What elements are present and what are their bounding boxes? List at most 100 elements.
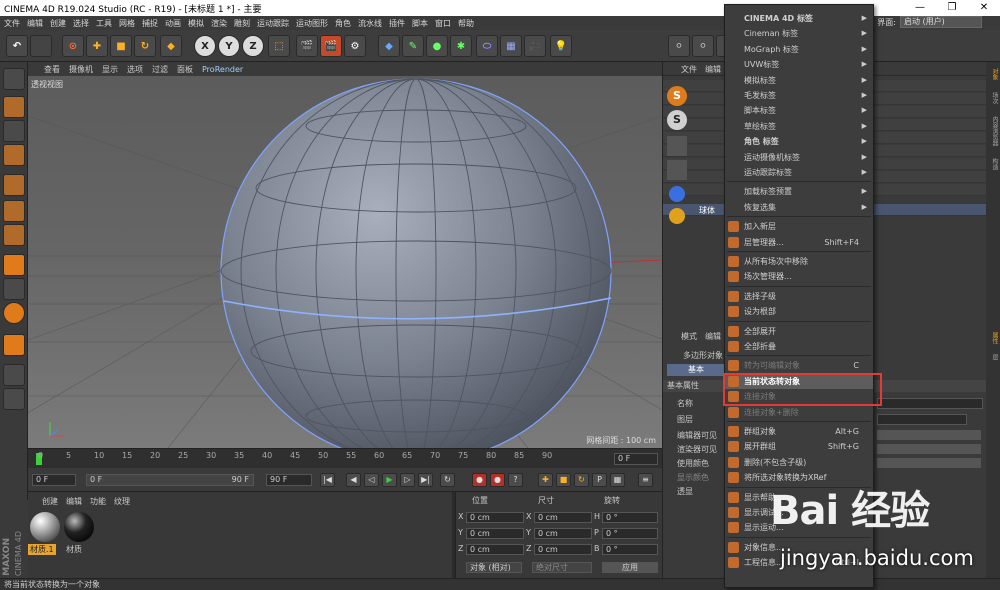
close-button[interactable]: ✕ (968, 0, 1000, 16)
rot-b-field[interactable]: 0 ° (602, 544, 658, 555)
material-label[interactable]: 材质 (64, 544, 84, 555)
menu-character[interactable]: 角色 (335, 18, 351, 29)
render-to-picture-viewer-icon[interactable]: 🎬 (320, 35, 342, 57)
render-settings-icon[interactable]: ⚙ (344, 35, 366, 57)
subdivision-icon[interactable]: ● (426, 35, 448, 57)
context-menu-item[interactable]: MoGraph 标签 ▶ (725, 42, 873, 57)
key-parameter-icon[interactable]: P (592, 473, 607, 487)
menu-snap[interactable]: 捕捉 (142, 18, 158, 29)
recent-tool-icon[interactable]: ◆ (160, 35, 182, 57)
start-frame-field[interactable]: 0 F (32, 474, 76, 486)
context-menu-item[interactable]: 加入新层 (725, 219, 873, 234)
rot-p-field[interactable]: 0 ° (602, 528, 658, 539)
lock-workplane-icon[interactable] (3, 388, 25, 410)
sphere-tag-icon[interactable] (669, 186, 685, 202)
use-color-select[interactable] (877, 458, 981, 468)
menu-create[interactable]: 创建 (50, 18, 66, 29)
obj-menu-file[interactable]: 文件 (681, 64, 697, 75)
tab-objects[interactable]: 对象 (987, 68, 999, 80)
prev-key-icon[interactable]: ◀ (346, 473, 361, 487)
snap-icon[interactable]: ⚪ (668, 35, 690, 57)
minimize-button[interactable]: — (904, 0, 936, 16)
make-editable-icon[interactable] (3, 68, 25, 90)
attr-menu-edit[interactable]: 编辑 (705, 331, 721, 342)
layer-input[interactable] (877, 414, 967, 425)
context-menu-item[interactable]: 草绘标签 ▶ (725, 119, 873, 134)
context-menu-item[interactable]: 场次管理器... (725, 269, 873, 284)
layout-select[interactable]: 启动 (用户) (900, 16, 982, 28)
size-y-field[interactable]: 0 cm (534, 528, 592, 539)
vp-menu-prorender[interactable]: ProRender (202, 65, 243, 74)
snap-toggle-icon[interactable] (3, 302, 25, 324)
restore-button[interactable]: ❐ (936, 0, 968, 16)
menu-pipeline[interactable]: 流水线 (358, 18, 382, 29)
vp-menu-camera[interactable]: 摄像机 (69, 64, 93, 75)
mat-menu-function[interactable]: 功能 (90, 496, 106, 507)
light-icon[interactable]: 💡 (550, 35, 572, 57)
coordinate-system-icon[interactable]: ⬚ (268, 35, 290, 57)
axis-z-button[interactable]: Z (242, 35, 264, 57)
vp-menu-display[interactable]: 显示 (102, 64, 118, 75)
rotate-icon[interactable]: ↻ (134, 35, 156, 57)
context-menu-item[interactable]: 层管理器... Shift+F4 (725, 235, 873, 250)
solo-icon[interactable] (3, 364, 25, 386)
tab-attributes[interactable]: 属性 (987, 332, 999, 344)
prev-frame-icon[interactable]: ◁ (364, 473, 379, 487)
vp-menu-view[interactable]: 查看 (44, 64, 60, 75)
axis-x-button[interactable]: X (194, 35, 216, 57)
context-menu-item[interactable]: 恢复选集 ▶ (725, 200, 873, 215)
redo-icon[interactable] (30, 35, 52, 57)
next-frame-icon[interactable]: ▷ (400, 473, 415, 487)
name-input[interactable] (877, 398, 983, 409)
pos-x-field[interactable]: 0 cm (466, 512, 524, 523)
context-menu-item[interactable]: 脚本标签 ▶ (725, 103, 873, 118)
keyframe-selection-icon[interactable]: ? (508, 473, 523, 487)
menu-motion-tracking[interactable]: 运动跟踪 (257, 18, 289, 29)
context-menu-item[interactable]: Cineman 标签 ▶ (725, 26, 873, 41)
context-menu-item[interactable]: 运动跟踪标签 ▶ (725, 165, 873, 180)
live-select-icon[interactable]: ⊙ (62, 35, 84, 57)
menu-render[interactable]: 渲染 (211, 18, 227, 29)
context-menu-item[interactable]: CINEMA 4D 标签 ▶ (725, 11, 873, 26)
script-s-icon[interactable]: S (667, 110, 687, 130)
menu-select[interactable]: 选择 (73, 18, 89, 29)
attr-tab-basic[interactable]: 基本 (667, 364, 725, 376)
menu-mesh[interactable]: 网格 (119, 18, 135, 29)
pos-y-field[interactable]: 0 cm (466, 528, 524, 539)
tab-structure[interactable]: 构造 (987, 158, 999, 170)
vp-menu-panel[interactable]: 面板 (177, 64, 193, 75)
context-menu-item[interactable]: 展开群组 Shift+G (725, 439, 873, 454)
floor-icon[interactable]: ▦ (500, 35, 522, 57)
size-mode-select[interactable]: 绝对尺寸 (532, 562, 592, 573)
deformer-icon[interactable]: ⬭ (476, 35, 498, 57)
key-pla-icon[interactable]: ▦ (610, 473, 625, 487)
editor-visible-select[interactable] (877, 430, 981, 440)
menu-file[interactable]: 文件 (4, 18, 20, 29)
context-menu-item[interactable]: 运动摄像机标签 ▶ (725, 150, 873, 165)
tab-layers[interactable]: 层 (987, 354, 999, 360)
points-mode-icon[interactable] (3, 174, 25, 196)
vp-menu-filter[interactable]: 过滤 (152, 64, 168, 75)
play-icon[interactable]: ▶ (382, 473, 397, 487)
tab-content-browser[interactable]: 内容浏览器 (987, 116, 999, 146)
size-z-field[interactable]: 0 cm (534, 544, 592, 555)
tag-icon[interactable] (667, 160, 687, 180)
context-menu-item[interactable]: 全部折叠 (725, 339, 873, 354)
loop-icon[interactable]: ↻ (440, 473, 455, 487)
mat-menu-texture[interactable]: 纹理 (114, 496, 130, 507)
tweak-mode-icon[interactable] (3, 278, 25, 300)
menu-simulate[interactable]: 模拟 (188, 18, 204, 29)
context-menu-item[interactable]: 从所有场次中移除 (725, 254, 873, 269)
menu-help[interactable]: 帮助 (458, 18, 474, 29)
perspective-viewport[interactable]: 透视视图 网格间距 : 100 cm (28, 76, 662, 448)
render-view-icon[interactable]: 🎬 (296, 35, 318, 57)
context-menu-item[interactable]: 选择子级 (725, 289, 873, 304)
size-x-field[interactable]: 0 cm (534, 512, 592, 523)
key-position-icon[interactable]: ✚ (538, 473, 553, 487)
timeline-window-icon[interactable]: ≡ (638, 473, 653, 487)
edges-mode-icon[interactable] (3, 200, 25, 222)
workplane-icon[interactable]: ⚪ (692, 35, 714, 57)
go-to-start-icon[interactable]: |◀ (320, 473, 335, 487)
pen-icon[interactable]: ✎ (402, 35, 424, 57)
key-rotation-icon[interactable]: ↻ (574, 473, 589, 487)
